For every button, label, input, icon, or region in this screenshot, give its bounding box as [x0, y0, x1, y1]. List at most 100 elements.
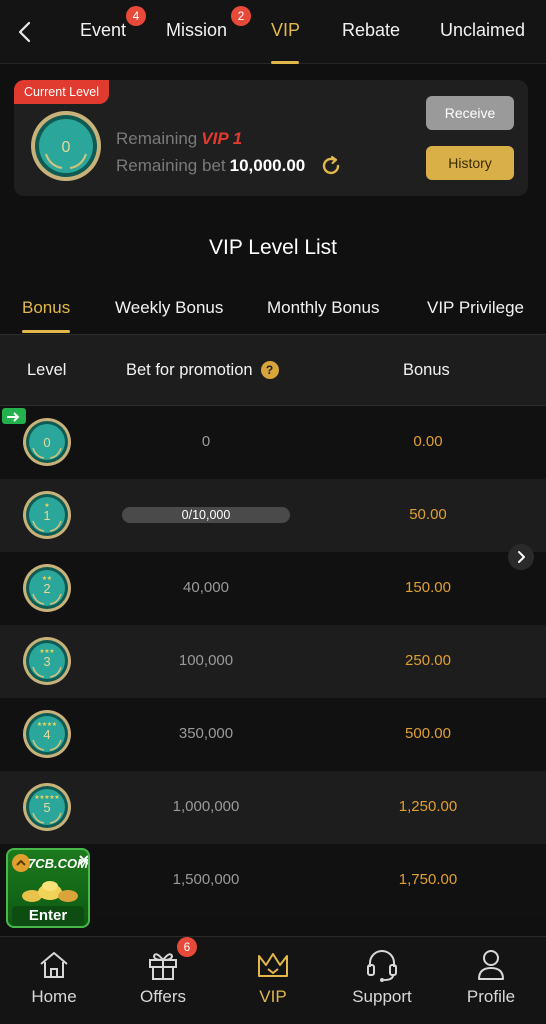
current-level-pointer-icon: [2, 408, 26, 424]
bonus-amount: 150.00: [405, 579, 451, 596]
close-icon[interactable]: [78, 854, 90, 866]
tab-event-label: Event: [80, 20, 127, 40]
tab-mission[interactable]: Mission: [166, 20, 227, 41]
nav-vip-label: VIP: [259, 987, 287, 1006]
back-icon[interactable]: [14, 18, 36, 46]
nav-profile-label: Profile: [466, 987, 516, 1006]
nav-support[interactable]: Support: [332, 937, 432, 1024]
nav-offers-label: Offers: [140, 987, 186, 1006]
bet-for-promotion: 40,000: [183, 579, 229, 596]
table-row: 0 0 0.00: [0, 406, 546, 479]
star-icon: ★: [54, 794, 59, 801]
remaining-bet-amount: 10,000.00: [229, 156, 306, 175]
column-bet-label: Bet for promotion: [126, 361, 253, 379]
remaining-bet-label: Remaining bet: [116, 156, 226, 175]
help-icon[interactable]: ?: [260, 361, 279, 379]
table-row: ★ ★ ★ ★ 4 350,000 500.00: [0, 698, 546, 771]
promo-enter-button[interactable]: Enter: [12, 906, 84, 926]
medal-level-number: 1: [43, 508, 50, 523]
active-tab-indicator: [271, 61, 299, 64]
tab-rebate-label: Rebate: [342, 20, 401, 40]
event-badge: 4: [126, 6, 146, 26]
sub-tab-indicator: [22, 330, 70, 333]
vip-level-table[interactable]: Level Bet for promotion? Bonus 0 0 0.00 ★ 1 0…: [0, 334, 546, 936]
gift-icon: [149, 953, 177, 980]
home-icon: [40, 952, 68, 978]
table-row: ★ 1 0/10,000 50.00: [0, 479, 546, 552]
refresh-icon[interactable]: [320, 155, 342, 177]
vip-medal-icon: ★ ★ ★ ★ ★5: [23, 783, 71, 831]
nav-offers[interactable]: 6 Offers: [113, 937, 213, 1024]
receive-button[interactable]: Receive: [426, 96, 514, 130]
offers-badge: 6: [177, 937, 197, 957]
user-icon: [478, 950, 504, 980]
nav-home[interactable]: Home: [4, 937, 104, 1024]
tab-vip[interactable]: VIP: [271, 20, 300, 41]
medal-level-number: 0: [62, 139, 71, 156]
vip-medal-icon: 0: [31, 111, 101, 181]
nav-support-label: Support: [352, 987, 412, 1006]
bonus-amount: 1,250.00: [398, 798, 458, 815]
vip-level-list-title: VIP Level List: [208, 236, 338, 259]
column-bonus: Bonus: [403, 361, 450, 379]
bet-for-promotion: 1,500,000: [172, 871, 240, 888]
vip-medal-icon: ★ ★2: [23, 564, 71, 612]
tab-unclaimed-label: Unclaimed: [440, 20, 526, 40]
tab-bonus[interactable]: Bonus: [22, 298, 70, 318]
bottom-nav: Home 6 Offers VIP Support Profile: [0, 936, 546, 1024]
bonus-amount: 1,750.00: [398, 871, 458, 888]
top-tab-bar: Event 4 Mission 2 VIP Rebate Unclaimed: [0, 0, 546, 64]
nav-home-label: Home: [31, 987, 77, 1006]
tab-unclaimed[interactable]: Unclaimed: [440, 20, 525, 41]
tab-rebate[interactable]: Rebate: [342, 20, 400, 41]
bet-for-promotion: 350,000: [178, 725, 234, 742]
vip-medal-icon: ★ ★ ★ ★4: [23, 710, 71, 758]
tab-weekly-bonus[interactable]: Weekly Bonus: [115, 298, 223, 318]
promo-floating-banner[interactable]: 7CB.COM Enter: [6, 848, 90, 928]
next-vip-level: VIP 1: [201, 129, 243, 148]
nav-profile[interactable]: Profile: [441, 937, 541, 1024]
crown-icon: [258, 953, 288, 977]
tab-vip-label: VIP: [271, 20, 301, 40]
promotion-progress-bar: 0/10,000: [122, 507, 290, 523]
remaining-bet-line: Remaining bet 10,000.00: [116, 156, 305, 176]
vip-medal-icon: ★ ★ ★3: [23, 637, 71, 685]
bonus-sub-tabs: Bonus Weekly Bonus Monthly Bonus VIP Pri…: [0, 286, 546, 334]
medal-level-number: 5: [43, 800, 50, 815]
column-bet: Bet for promotion?: [126, 361, 279, 380]
chevron-right-icon[interactable]: [508, 544, 534, 570]
medal-level-number: 0: [43, 435, 50, 450]
current-level-tag: Current Level: [14, 80, 110, 104]
tab-monthly-bonus[interactable]: Monthly Bonus: [267, 298, 379, 318]
current-level-card: Current Level 0 Remaining VIP 1 Remaining…: [14, 80, 528, 196]
remaining-vip-line: Remaining VIP 1: [116, 129, 242, 149]
tab-event[interactable]: Event: [80, 20, 126, 41]
medal-level-number: 3: [43, 654, 50, 669]
bonus-amount: 50.00: [409, 506, 447, 523]
vip-medal-icon: ★1: [23, 491, 71, 539]
bet-for-promotion: 100,000: [178, 652, 234, 669]
bet-for-promotion: 1,000,000: [172, 798, 240, 815]
table-row: ★ ★ 2 40,000 150.00: [0, 552, 546, 625]
progress-text: 0/10,000: [181, 508, 231, 522]
bet-for-promotion: 0: [201, 433, 211, 450]
vip-medal-icon: 0: [23, 418, 71, 466]
column-level: Level: [27, 361, 67, 379]
tab-vip-privilege[interactable]: VIP Privilege: [427, 298, 524, 318]
bonus-amount: 250.00: [405, 652, 451, 669]
mission-badge: 2: [231, 6, 251, 26]
history-button[interactable]: History: [426, 146, 514, 180]
remaining-label: Remaining: [116, 129, 198, 148]
coins-icon: [22, 881, 78, 902]
headset-icon: [367, 950, 397, 982]
bonus-amount: 0.00: [413, 433, 443, 450]
nav-vip[interactable]: VIP: [223, 937, 323, 1024]
tab-mission-label: Mission: [166, 20, 228, 40]
table-row: ★ ★ ★ 3 100,000 250.00: [0, 625, 546, 698]
bonus-amount: 500.00: [405, 725, 451, 742]
medal-level-number: 4: [43, 727, 50, 742]
star-icon: ★: [52, 721, 57, 728]
medal-level-number: 2: [43, 581, 50, 596]
table-row: ★ ★ ★ ★ ★ 5 1,000,000 1,250.00: [0, 771, 546, 844]
table-header: Level Bet for promotion? Bonus: [0, 334, 546, 406]
